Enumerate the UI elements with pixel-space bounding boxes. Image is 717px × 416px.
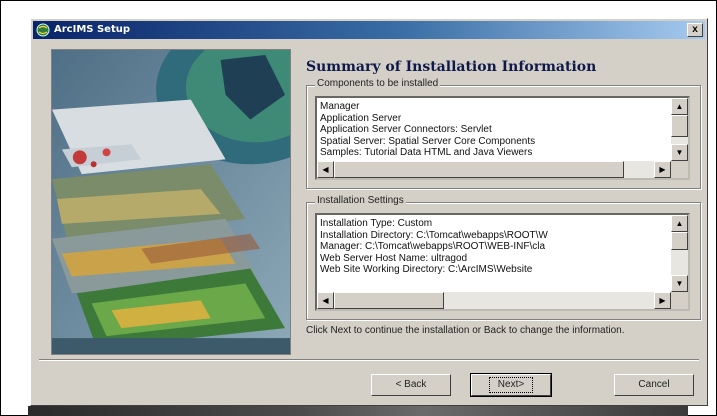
components-vertical-scrollbar[interactable]: ▲ ▼ [671, 98, 688, 161]
close-icon: x [692, 24, 698, 35]
scrollbar-thumb[interactable] [334, 161, 624, 178]
setup-banner-image [51, 49, 291, 355]
settings-horizontal-scrollbar[interactable]: ◀ ▶ [317, 292, 671, 309]
list-item: Application Server [320, 112, 402, 124]
settings-list[interactable]: Installation Type: Custom Installation D… [315, 213, 690, 311]
close-button[interactable]: x [687, 23, 703, 37]
scroll-up-arrow-icon[interactable]: ▲ [671, 215, 688, 232]
components-group-label: Components to be installed [315, 78, 441, 89]
scroll-right-arrow-icon[interactable]: ▶ [654, 292, 671, 309]
window-shadow [28, 406, 688, 416]
next-button-label: Next> [488, 377, 534, 393]
scroll-down-arrow-icon[interactable]: ▼ [671, 275, 688, 292]
scroll-left-arrow-icon[interactable]: ◀ [317, 161, 334, 178]
settings-lines: Installation Type: Custom Installation D… [320, 218, 668, 276]
components-horizontal-scrollbar[interactable]: ◀ ▶ [317, 161, 671, 178]
settings-group-label: Installation Settings [315, 195, 406, 206]
scroll-left-arrow-icon[interactable]: ◀ [317, 292, 334, 309]
title-bar[interactable]: ArcIMS Setup x [33, 21, 705, 39]
list-item: Application Server Connectors: Servlet [320, 124, 492, 136]
window-title: ArcIMS Setup [54, 24, 130, 35]
list-item: Web Site Working Directory: C:\ArcIMS\We… [320, 264, 533, 276]
page-title: Summary of Installation Information [306, 59, 597, 75]
back-button-label: < Back [395, 379, 427, 390]
scroll-up-arrow-icon[interactable]: ▲ [671, 98, 688, 115]
list-item: Installation Directory: C:\Tomcat\webapp… [320, 229, 548, 241]
scroll-down-arrow-icon[interactable]: ▼ [671, 144, 688, 161]
list-item: Manager [320, 101, 360, 112]
list-item: Samples: Tutorial Data HTML and Java Vie… [320, 147, 533, 159]
list-item: Installation Type: Custom [320, 218, 433, 229]
components-list[interactable]: Manager Application Server Application S… [315, 96, 690, 180]
scrollbar-thumb[interactable] [334, 292, 444, 309]
scrollbar-corner [671, 292, 688, 309]
components-group: Components to be installed Manager Appli… [306, 78, 701, 189]
arcims-globe-icon [36, 23, 50, 37]
cancel-button-label: Cancel [638, 379, 670, 390]
settings-group: Installation Settings Installation Type:… [306, 195, 701, 320]
scrollbar-corner [671, 161, 688, 178]
list-item: Web Server Host Name: ultragod [320, 252, 468, 264]
scrollbar-thumb[interactable] [671, 115, 688, 137]
button-separator [39, 359, 699, 361]
instruction-text: Click Next to continue the installation … [306, 325, 625, 336]
scrollbar-thumb[interactable] [671, 232, 688, 250]
setup-dialog: ArcIMS Setup x Summary of Installation I… [30, 18, 708, 406]
scroll-right-arrow-icon[interactable]: ▶ [654, 161, 671, 178]
cancel-button[interactable]: Cancel [614, 374, 694, 396]
back-button[interactable]: < Back [371, 374, 451, 396]
components-lines: Manager Application Server Application S… [320, 101, 668, 159]
next-button[interactable]: Next> [470, 373, 552, 397]
settings-vertical-scrollbar[interactable]: ▲ ▼ [671, 215, 688, 292]
list-item: Manager: C:\Tomcat\webapps\ROOT\WEB-INF\… [320, 241, 546, 253]
list-item: Spatial Server: Spatial Server Core Comp… [320, 135, 536, 147]
